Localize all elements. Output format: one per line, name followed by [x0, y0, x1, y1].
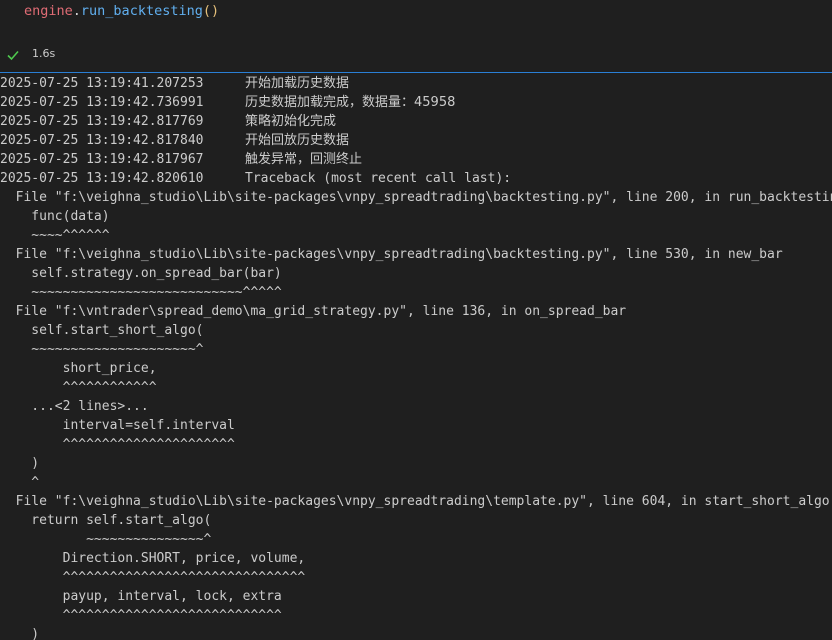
- code-cell[interactable]: engine.run_backtesting(): [0, 0, 832, 40]
- cell-output[interactable]: 2025-07-25 13:19:41.207253 开始加载历史数据 2025-0…: [0, 74, 832, 640]
- log-timestamp: 2025-07-25 13:19:41.207253: [0, 76, 204, 91]
- traceback-line: File "f:\vntrader\spread_demo\ma_grid_st…: [0, 304, 627, 319]
- output-divider: [0, 72, 832, 73]
- code-dot: .: [72, 3, 81, 19]
- traceback-line: File "f:\veighna_studio\Lib\site-package…: [0, 247, 783, 262]
- traceback-line: payup, interval, lock, extra: [0, 589, 282, 604]
- traceback-line: ~~~~~~~~~~~~~~~^: [0, 532, 212, 547]
- traceback-line: ...<2 lines>...: [0, 399, 149, 414]
- code-parens: (): [202, 3, 220, 19]
- log-timestamp: 2025-07-25 13:19:42.817967: [0, 152, 204, 167]
- traceback-line: self.start_short_algo(: [0, 323, 204, 338]
- log-message: 策略初始化完成: [245, 114, 337, 129]
- traceback-line: self.strategy.on_spread_bar(bar): [0, 266, 282, 281]
- code-variable: engine: [24, 3, 73, 19]
- traceback-line: ^^^^^^^^^^^^^^^^^^^^^^: [0, 437, 235, 452]
- log-message: 开始加载历史数据: [245, 76, 350, 91]
- log-message: Traceback (most recent call last):: [245, 171, 512, 186]
- traceback-line: ~~~~~~~~~~~~~~~~~~~~~^: [0, 342, 204, 357]
- traceback-line: ~~~~^^^^^^: [0, 228, 110, 243]
- traceback-line: return self.start_algo(: [0, 513, 212, 528]
- traceback-line: ~~~~~~~~~~~~~~~~~~~~~~~~~~~^^^^^: [0, 285, 282, 300]
- execution-status: 1.6s: [0, 44, 832, 70]
- traceback-line: ^: [0, 475, 40, 490]
- log-row: 2025-07-25 13:19:42.817769 策略初始化完成: [0, 112, 832, 131]
- traceback-line: ): [0, 456, 40, 471]
- traceback-line: interval=self.interval: [0, 418, 235, 433]
- code-line[interactable]: engine.run_backtesting(): [24, 2, 219, 20]
- log-timestamp: 2025-07-25 13:19:42.820610: [0, 171, 204, 186]
- traceback-line: File "f:\veighna_studio\Lib\site-package…: [0, 190, 832, 205]
- traceback-line: Direction.SHORT, price, volume,: [0, 551, 306, 566]
- traceback-line: File "f:\veighna_studio\Lib\site-package…: [0, 494, 830, 509]
- traceback-line: ): [0, 627, 40, 640]
- traceback-line: ^^^^^^^^^^^^: [0, 380, 157, 395]
- log-row: 2025-07-25 13:19:42.817967 触发异常，回测终止: [0, 150, 832, 169]
- log-list: 2025-07-25 13:19:41.207253 开始加载历史数据 2025-0…: [0, 74, 832, 188]
- traceback-line: func(data): [0, 209, 110, 224]
- log-row: 2025-07-25 13:19:42.820610 Traceback (mos…: [0, 169, 832, 188]
- traceback-line: short_price,: [0, 361, 157, 376]
- traceback-line: ^^^^^^^^^^^^^^^^^^^^^^^^^^^^: [0, 608, 282, 623]
- log-timestamp: 2025-07-25 13:19:42.736991: [0, 95, 204, 110]
- traceback: File "f:\veighna_studio\Lib\site-package…: [0, 188, 832, 640]
- log-message: 开始回放历史数据: [245, 133, 350, 148]
- log-message: 历史数据加载完成，数据量：45958: [245, 95, 456, 110]
- code-function: run_backtesting: [80, 3, 203, 19]
- traceback-line: ^^^^^^^^^^^^^^^^^^^^^^^^^^^^^^^: [0, 570, 306, 585]
- log-timestamp: 2025-07-25 13:19:42.817769: [0, 114, 204, 129]
- log-message: 触发异常，回测终止: [245, 152, 363, 167]
- log-timestamp: 2025-07-25 13:19:42.817840: [0, 133, 204, 148]
- execution-time: 1.6s: [32, 47, 56, 60]
- log-row: 2025-07-25 13:19:42.817840 开始回放历史数据: [0, 131, 832, 150]
- check-icon: [6, 47, 20, 61]
- log-row: 2025-07-25 13:19:41.207253 开始加载历史数据: [0, 74, 832, 93]
- log-row: 2025-07-25 13:19:42.736991 历史数据加载完成，数据量：4…: [0, 93, 832, 112]
